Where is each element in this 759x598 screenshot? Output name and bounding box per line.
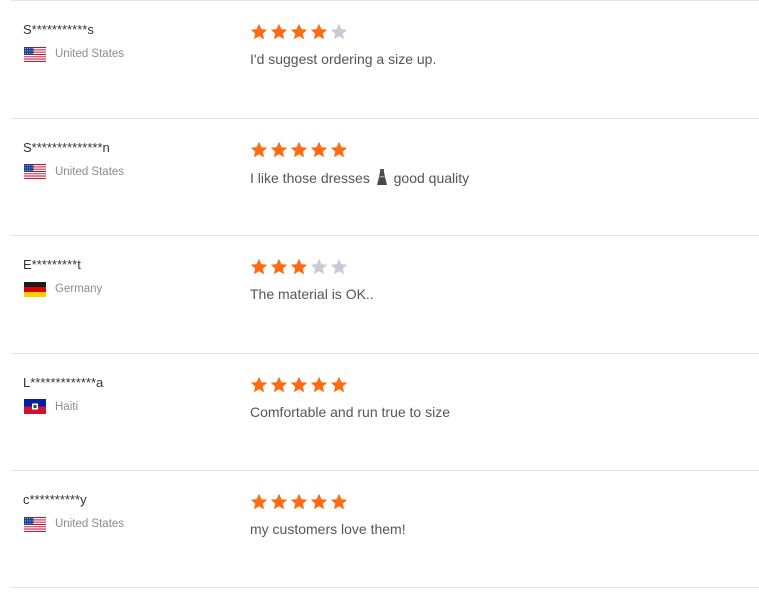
country-name: United States: [55, 165, 125, 178]
review-comment: I like those dresses good quality: [250, 168, 470, 189]
de-flag-icon: [24, 281, 46, 297]
star-empty-icon: [310, 258, 328, 276]
buyer-name: L*************a: [23, 374, 104, 390]
review-item: S**************n United States I like th…: [11, 117, 759, 236]
buyer-country: United States: [24, 516, 124, 532]
star-filled-icon: [330, 376, 348, 394]
review-comment: The material is OK..: [250, 286, 374, 302]
us-flag-icon: [24, 164, 46, 180]
star-filled-icon: [290, 493, 308, 511]
star-rating: [250, 23, 348, 41]
dress-icon: [376, 168, 388, 189]
star-rating: [250, 258, 348, 276]
ht-flag-icon: [24, 399, 46, 415]
star-rating: [250, 493, 348, 511]
review-item: c**********y United States my customers …: [11, 470, 759, 588]
buyer-country: Haiti: [24, 399, 78, 415]
buyer-name: S**************n: [23, 139, 110, 155]
review-comment-text: Comfortable and run true to size: [250, 403, 450, 420]
star-filled-icon: [290, 23, 308, 41]
country-name: United States: [55, 518, 125, 531]
star-filled-icon: [310, 23, 328, 41]
star-filled-icon: [250, 141, 268, 159]
buyer-country: United States: [24, 164, 124, 180]
star-rating: [250, 141, 348, 159]
star-filled-icon: [310, 141, 328, 159]
star-filled-icon: [250, 23, 268, 41]
star-rating: [250, 376, 348, 394]
country-name: Germany: [55, 283, 103, 296]
star-empty-icon: [330, 23, 348, 41]
star-filled-icon: [290, 376, 308, 394]
star-filled-icon: [250, 376, 268, 394]
review-comment: my customers love them!: [250, 521, 406, 537]
review-item: S***********s United States I'd suggest …: [11, 0, 759, 118]
star-filled-icon: [270, 141, 288, 159]
star-filled-icon: [250, 258, 268, 276]
star-filled-icon: [290, 141, 308, 159]
buyer-country: United States: [24, 46, 124, 62]
buyer-name: E*********t: [23, 257, 81, 273]
star-filled-icon: [330, 141, 348, 159]
star-empty-icon: [330, 258, 348, 276]
star-filled-icon: [250, 493, 268, 511]
star-filled-icon: [270, 376, 288, 394]
buyer-country: Germany: [24, 281, 102, 297]
review-comment: I'd suggest ordering a size up.: [250, 51, 436, 67]
star-filled-icon: [310, 493, 328, 511]
star-filled-icon: [270, 23, 288, 41]
review-item: L*************a Haiti Comfortable and ru…: [11, 352, 759, 471]
buyer-name: S***********s: [23, 22, 94, 37]
star-filled-icon: [330, 493, 348, 511]
review-comment-text-after: good quality: [393, 169, 470, 186]
star-filled-icon: [310, 376, 328, 394]
us-flag-icon: [24, 46, 46, 62]
review-list: S***********s United States I'd suggest …: [11, 0, 759, 588]
star-filled-icon: [270, 258, 288, 276]
us-flag-icon: [24, 516, 46, 532]
review-item: E*********t Germany The material is OK..: [11, 235, 759, 353]
country-name: United States: [55, 48, 125, 60]
review-comment: Comfortable and run true to size: [250, 404, 450, 420]
star-filled-icon: [270, 493, 288, 511]
review-comment-text: my customers love them!: [250, 521, 406, 538]
review-comment-text: I'd suggest ordering a size up.: [250, 51, 437, 67]
buyer-name: c**********y: [23, 492, 87, 508]
country-name: Haiti: [55, 400, 79, 413]
star-filled-icon: [290, 258, 308, 276]
review-comment-text: I like those dresses: [250, 169, 370, 186]
review-comment-text: The material is OK..: [250, 286, 374, 303]
